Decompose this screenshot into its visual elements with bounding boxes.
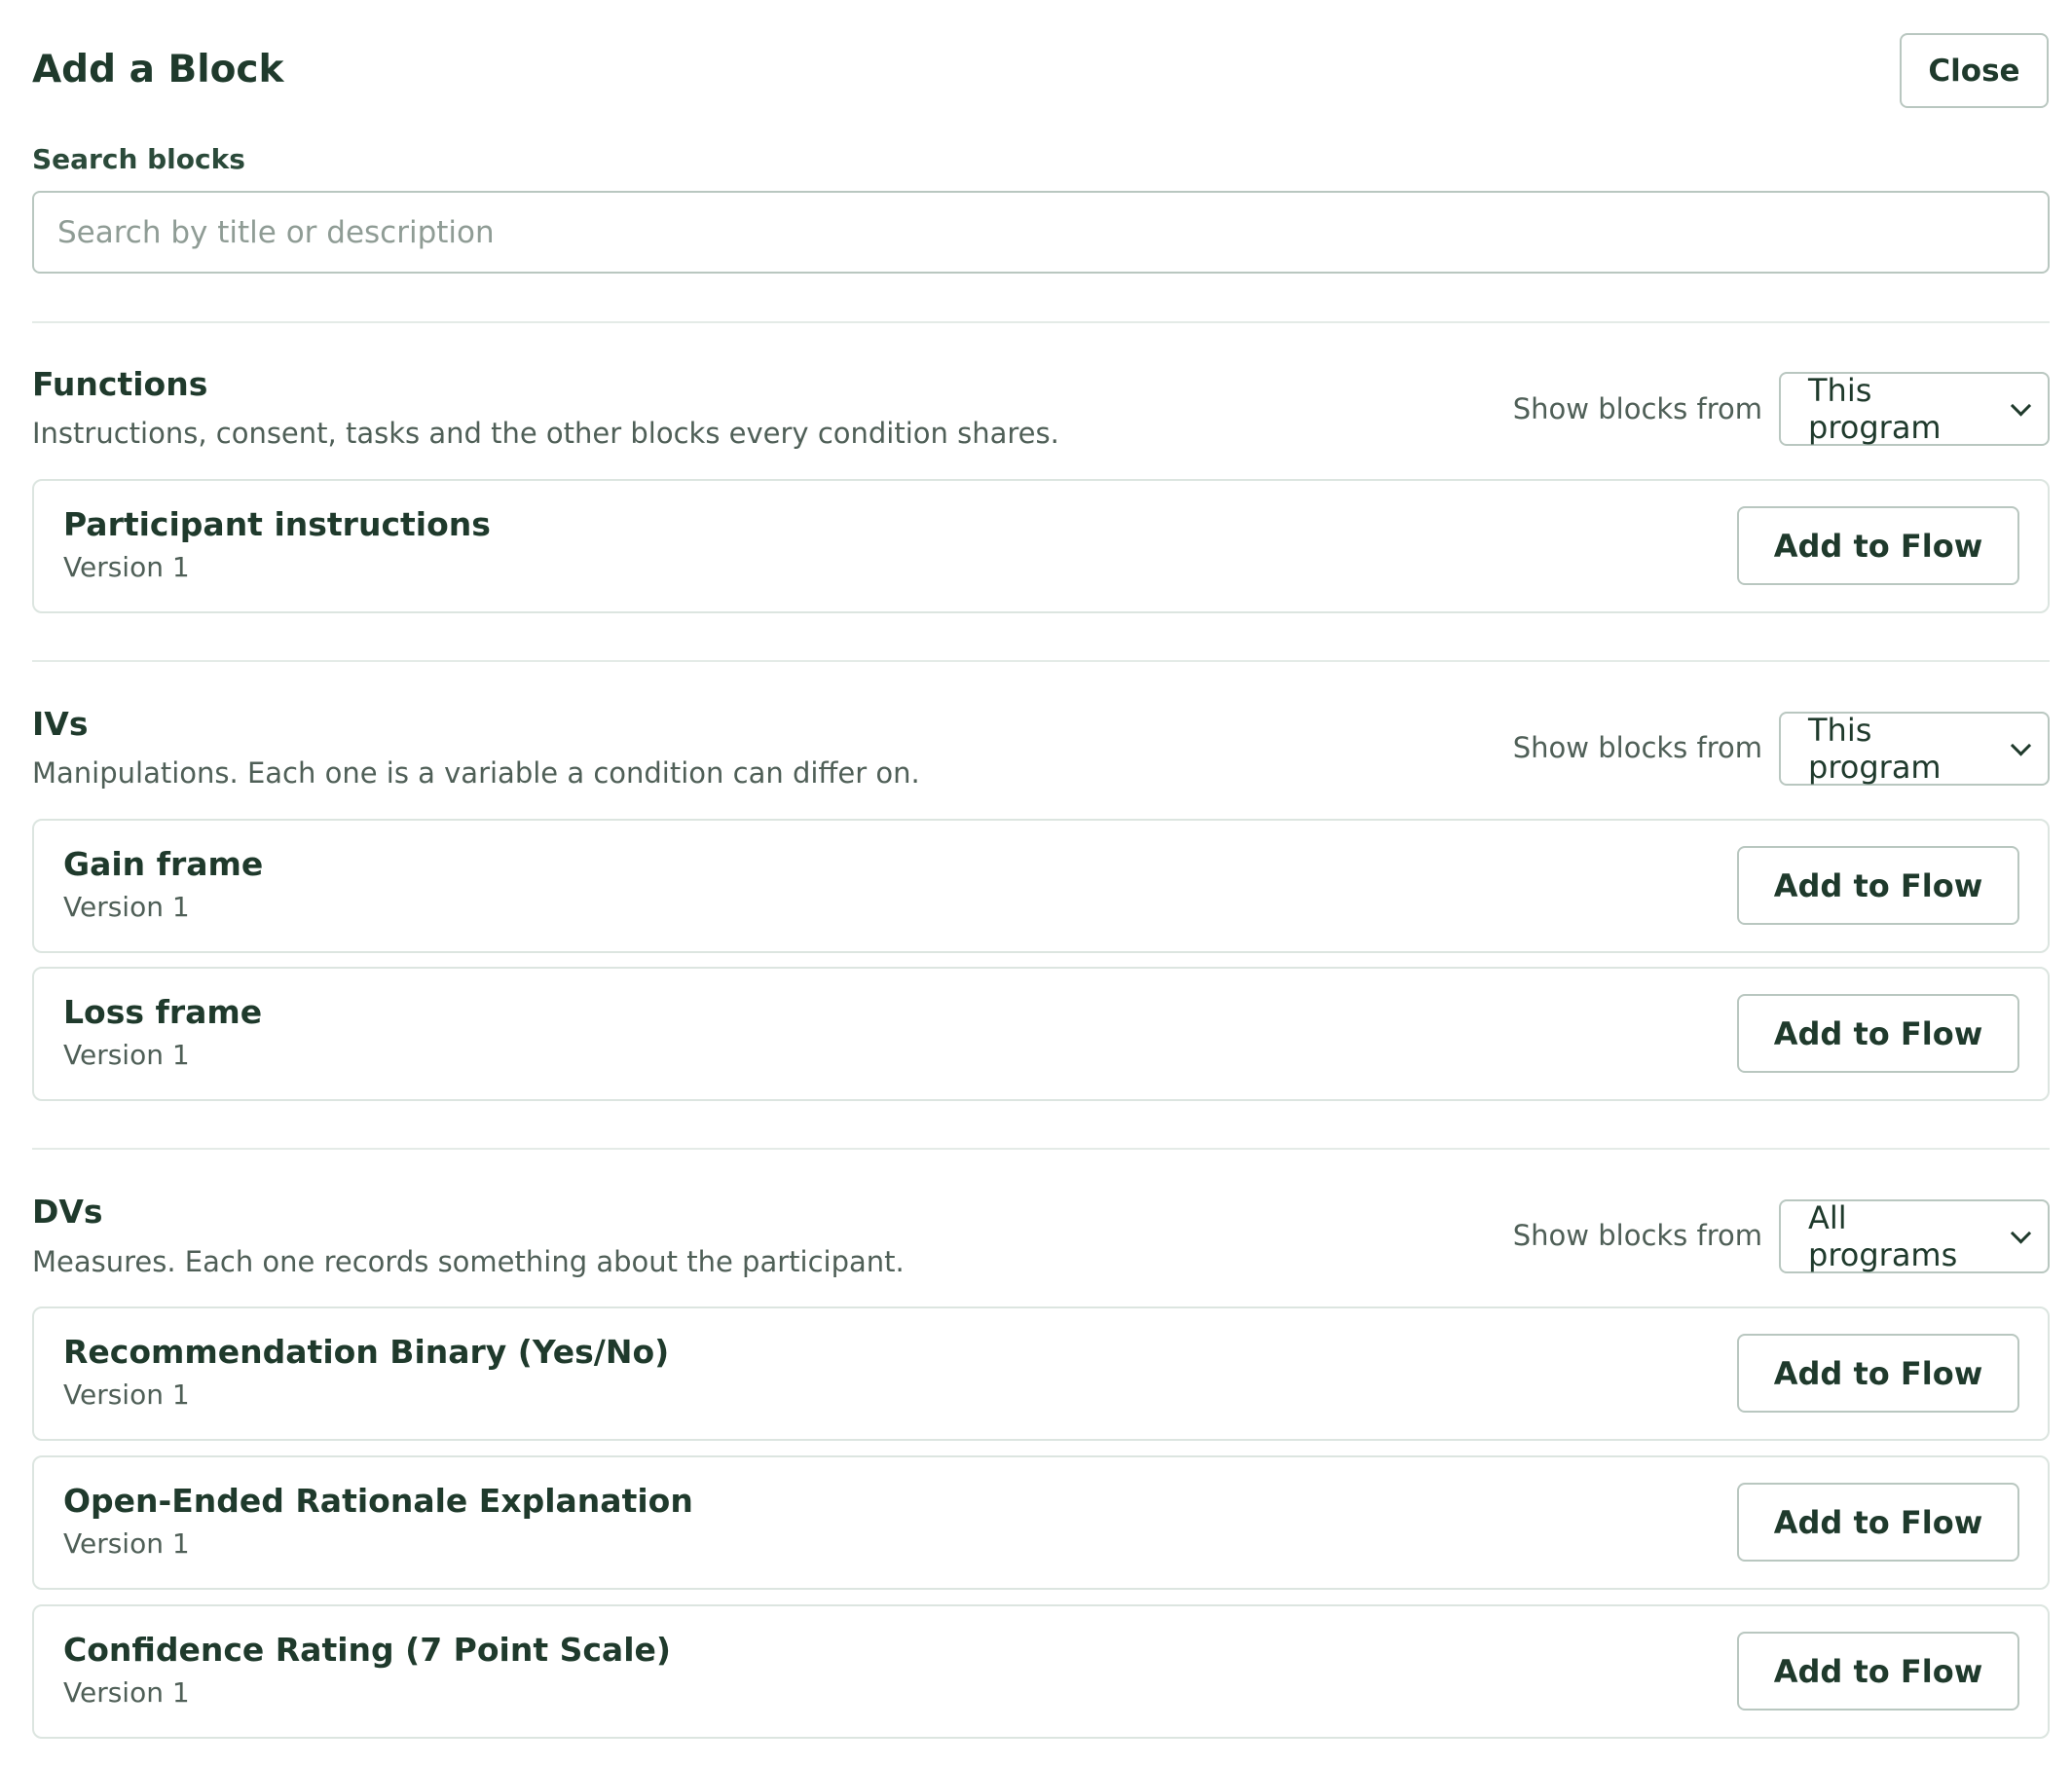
section-description-dvs: Measures. Each one records something abo… — [32, 1245, 905, 1278]
block-card: Participant instructions Version 1 Add t… — [32, 479, 2050, 613]
add-to-flow-button[interactable]: Add to Flow — [1737, 506, 2019, 585]
block-version: Version 1 — [63, 551, 190, 583]
section-title-dvs: DVs — [32, 1193, 103, 1231]
close-button[interactable]: Close — [1900, 33, 2049, 108]
search-input[interactable] — [32, 191, 2050, 274]
divider — [32, 321, 2050, 323]
filter-select-value: This program — [1808, 712, 1942, 786]
block-card: Recommendation Binary (Yes/No) Version 1… — [32, 1306, 2050, 1441]
chevron-down-icon — [2010, 1223, 2032, 1244]
block-title: Confidence Rating (7 Point Scale) — [63, 1631, 671, 1669]
block-title: Participant instructions — [63, 505, 491, 543]
add-to-flow-button[interactable]: Add to Flow — [1737, 1632, 2019, 1711]
section-description-functions: Instructions, consent, tasks and the oth… — [32, 417, 1059, 450]
divider — [32, 1148, 2050, 1150]
section-title-ivs: IVs — [32, 705, 89, 743]
filter-select-dvs[interactable]: All programs — [1779, 1199, 2050, 1273]
block-version: Version 1 — [63, 891, 190, 923]
block-version: Version 1 — [63, 1379, 190, 1411]
filter-label-dvs: Show blocks from — [1512, 1219, 1762, 1252]
filter-select-value: This program — [1808, 372, 1942, 446]
add-to-flow-button[interactable]: Add to Flow — [1737, 1334, 2019, 1413]
chevron-down-icon — [2010, 395, 2032, 417]
block-card: Gain frame Version 1 Add to Flow — [32, 819, 2050, 953]
filter-select-functions[interactable]: This program — [1779, 372, 2050, 446]
block-card: Open-Ended Rationale Explanation Version… — [32, 1455, 2050, 1590]
block-title: Gain frame — [63, 845, 264, 883]
add-block-panel: Add a Block Close Search blocks Function… — [0, 0, 2072, 1766]
add-to-flow-button[interactable]: Add to Flow — [1737, 994, 2019, 1073]
block-version: Version 1 — [63, 1676, 190, 1709]
page-title: Add a Block — [32, 48, 284, 92]
block-title: Loss frame — [63, 993, 263, 1031]
block-title: Open-Ended Rationale Explanation — [63, 1482, 693, 1520]
filter-select-value: All programs — [1808, 1199, 1958, 1273]
filter-select-ivs[interactable]: This program — [1779, 712, 2050, 786]
add-to-flow-button[interactable]: Add to Flow — [1737, 846, 2019, 925]
add-to-flow-button[interactable]: Add to Flow — [1737, 1483, 2019, 1562]
block-card: Loss frame Version 1 Add to Flow — [32, 967, 2050, 1101]
filter-label-functions: Show blocks from — [1512, 392, 1762, 425]
chevron-down-icon — [2010, 735, 2032, 756]
block-card: Confidence Rating (7 Point Scale) Versio… — [32, 1604, 2050, 1739]
section-description-ivs: Manipulations. Each one is a variable a … — [32, 756, 920, 790]
block-version: Version 1 — [63, 1039, 190, 1071]
filter-label-ivs: Show blocks from — [1512, 731, 1762, 764]
block-version: Version 1 — [63, 1527, 190, 1560]
divider — [32, 660, 2050, 662]
block-title: Recommendation Binary (Yes/No) — [63, 1333, 670, 1371]
search-label: Search blocks — [32, 143, 245, 175]
section-title-functions: Functions — [32, 365, 208, 403]
